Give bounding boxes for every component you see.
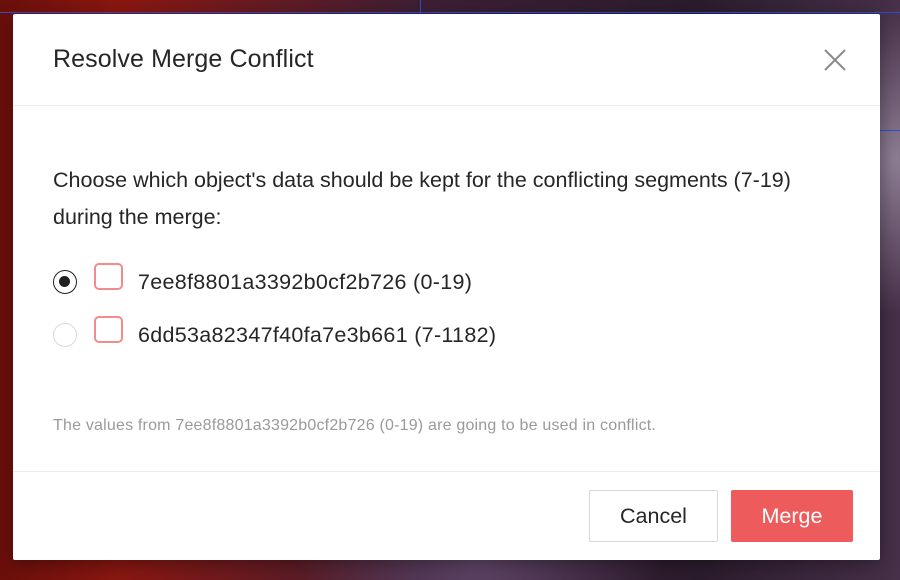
dialog-header: Resolve Merge Conflict (13, 14, 880, 106)
merge-conflict-dialog: Resolve Merge Conflict Choose which obje… (13, 14, 880, 560)
object-color-swatch (94, 315, 123, 343)
object-option-label: 7ee8f8801a3392b0cf2b726 (0-19) (138, 269, 473, 294)
radio-button[interactable] (53, 323, 77, 347)
object-option-2[interactable]: 6dd53a82347f40fa7e3b661 (7-1182) (53, 315, 497, 352)
object-option-label: 6dd53a82347f40fa7e3b661 (7-1182) (138, 322, 497, 347)
close-icon (824, 49, 846, 71)
merge-button[interactable]: Merge (731, 490, 853, 542)
dialog-body: Choose which object's data should be kep… (13, 106, 880, 471)
radio-button-selected[interactable] (53, 270, 77, 294)
annotation-line (0, 12, 900, 13)
dialog-description: Choose which object's data should be kep… (53, 168, 791, 229)
cancel-button[interactable]: Cancel (589, 490, 718, 542)
annotation-line (420, 0, 421, 14)
object-color-swatch (94, 262, 123, 290)
dialog-footer: Cancel Merge (13, 471, 880, 561)
dialog-title: Resolve Merge Conflict (53, 45, 314, 73)
object-option-1[interactable]: 7ee8f8801a3392b0cf2b726 (0-19) (53, 262, 473, 299)
close-button[interactable] (822, 47, 848, 73)
conflict-note: The values from 7ee8f8801a3392b0cf2b726 … (53, 417, 657, 434)
annotation-line (880, 130, 900, 131)
